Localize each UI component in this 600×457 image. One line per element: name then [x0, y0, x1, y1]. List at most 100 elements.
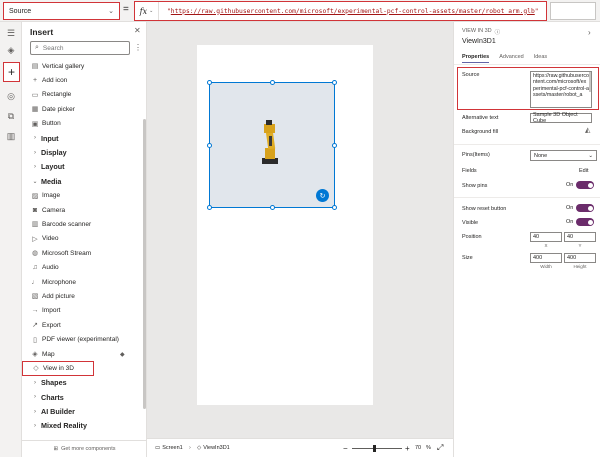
divider	[454, 64, 600, 65]
resize-handle[interactable]	[332, 80, 337, 85]
height-input[interactable]: 400	[564, 253, 596, 263]
resize-handle[interactable]	[332, 205, 337, 210]
tree-view-icon[interactable]: ◈	[0, 42, 22, 58]
resize-handle[interactable]	[270, 205, 275, 210]
category-display[interactable]: › Display	[22, 145, 142, 159]
more-options-icon[interactable]: ⋮	[134, 43, 142, 52]
breadcrumb-screen[interactable]: ▭ Screen1	[155, 445, 183, 451]
insert-item-pdf-viewer-experimental[interactable]: ▯ PDF viewer (experimental)	[22, 332, 142, 346]
formula-input[interactable]: fx ⌄ "https://raw.githubusercontent.com/…	[134, 1, 547, 21]
insert-scrollbar[interactable]	[143, 59, 146, 429]
chevron-right-icon: ›	[34, 394, 36, 401]
size-label: Size	[462, 255, 473, 261]
zoom-in-button[interactable]: +	[405, 444, 410, 453]
category-ai-builder[interactable]: › AI Builder	[22, 404, 142, 418]
formula-text: "https://raw.githubusercontent.com/micro…	[159, 8, 539, 15]
insert-item-image[interactable]: ▨ Image	[22, 189, 142, 203]
tab-ideas[interactable]: Ideas	[534, 54, 547, 63]
category-shapes[interactable]: › Shapes	[22, 376, 142, 390]
insert-item-add-icon[interactable]: + Add icon	[22, 73, 142, 87]
fields-edit-link[interactable]: Edit	[579, 168, 588, 174]
source-scrollbar[interactable]	[589, 72, 591, 92]
hamburger-menu-icon[interactable]: ☰	[0, 25, 22, 41]
insert-item-label: Rectangle	[42, 91, 72, 99]
zoom-slider-thumb[interactable]	[373, 445, 376, 452]
tab-advanced[interactable]: Advanced	[499, 54, 523, 63]
insert-item-microsoft-stream[interactable]: ◍ Microsoft Stream	[22, 246, 142, 260]
insert-item-camera[interactable]: ◙ Camera	[22, 203, 142, 217]
insert-item-microphone[interactable]: ♩ Microphone	[22, 275, 142, 289]
category-charts[interactable]: › Charts	[22, 390, 142, 404]
insert-item-rectangle[interactable]: ▭ Rectangle	[22, 88, 142, 102]
show-reset-toggle[interactable]: On	[566, 204, 595, 212]
category-layout[interactable]: › Layout	[22, 160, 142, 174]
category-mixed-reality[interactable]: › Mixed Reality	[22, 419, 142, 433]
equals-sign: =	[123, 4, 129, 15]
resize-handle[interactable]	[270, 80, 275, 85]
insert-item-label: Camera	[42, 206, 66, 214]
screen-icon: ▭	[155, 445, 161, 451]
category-input[interactable]: › Input	[22, 131, 142, 145]
insert-item-date-picker[interactable]: ▦ Date picker	[22, 102, 142, 116]
position-x-input[interactable]: 40	[530, 232, 562, 242]
close-icon[interactable]: ✕	[134, 26, 141, 35]
insert-item-import[interactable]: → Import	[22, 304, 142, 318]
search-box[interactable]: ⌕	[30, 41, 130, 55]
insert-item-audio[interactable]: ♫ Audio	[22, 260, 142, 274]
width-label: Width	[540, 264, 552, 269]
chevron-right-icon[interactable]: ›	[588, 28, 591, 37]
zoom-out-button[interactable]: −	[343, 444, 348, 453]
zoom-slider[interactable]	[352, 448, 402, 449]
source-input[interactable]: https://raw.githubusercontent.com/micros…	[530, 71, 592, 108]
paint-bucket-icon[interactable]: ◭	[585, 126, 590, 134]
toggle-switch[interactable]	[576, 218, 595, 226]
property-dropdown[interactable]: Source ⌄	[3, 2, 120, 20]
resize-handle[interactable]	[207, 205, 212, 210]
insert-item-label: View in 3D	[43, 364, 74, 372]
insert-item-label: Import	[42, 307, 61, 315]
tab-properties[interactable]: Properties	[462, 54, 490, 63]
insert-item-add-picture[interactable]: ▧ Add picture	[22, 289, 142, 303]
insert-item-label: PDF viewer (experimental)	[42, 336, 119, 344]
resize-handle[interactable]	[207, 80, 212, 85]
resize-handle[interactable]	[207, 143, 212, 148]
formula-expand-box[interactable]	[550, 2, 596, 20]
chevron-right-icon: ›	[189, 445, 191, 451]
insert-item-view-in-3d[interactable]: ◇ View in 3D	[22, 361, 94, 376]
visible-toggle[interactable]: On	[566, 218, 595, 226]
insert-item-label: Audio	[42, 264, 59, 272]
insert-plus-icon[interactable]: +	[3, 62, 20, 82]
insert-item-export[interactable]: ↗ Export	[22, 318, 142, 332]
category-media[interactable]: ⌄ Media	[22, 174, 142, 188]
help-icon[interactable]: ⓘ	[495, 28, 501, 36]
get-more-components-link[interactable]: ⊞ Get more components	[22, 440, 147, 457]
control-name: ViewIn3D1	[462, 38, 496, 45]
show-pins-toggle[interactable]: On	[566, 181, 595, 189]
toggle-switch[interactable]	[576, 204, 595, 212]
width-input[interactable]: 400	[530, 253, 562, 263]
properties-panel: VIEW IN 3D ⓘ › ViewIn3D1 Properties Adva…	[453, 22, 600, 457]
camera-icon: ◙	[32, 206, 38, 214]
insert-item-vertical-gallery[interactable]: ▤ Vertical gallery	[22, 59, 142, 73]
video-icon: ▷	[32, 235, 38, 243]
pins-dropdown[interactable]: None ⌄	[530, 150, 597, 161]
insert-item-button[interactable]: ▣ Button	[22, 117, 142, 131]
fit-to-window-icon[interactable]: ⤢	[437, 443, 443, 453]
fx-button[interactable]: fx ⌄	[135, 2, 159, 20]
advanced-tools-icon[interactable]: ▥	[0, 128, 22, 144]
position-y-input[interactable]: 40	[564, 232, 596, 242]
insert-item-barcode-scanner[interactable]: ▥ Barcode scanner	[22, 217, 142, 231]
stream-icon: ◍	[31, 250, 39, 258]
alt-text-input[interactable]: Sample 3D Object Cube	[530, 112, 592, 124]
insert-item-map[interactable]: ◈ Map ◆	[22, 347, 142, 361]
map-icon: ◈	[32, 351, 38, 358]
toggle-switch[interactable]	[576, 181, 595, 189]
scrollbar-thumb[interactable]	[143, 119, 146, 409]
insert-item-video[interactable]: ▷ Video	[22, 232, 142, 246]
breadcrumb-control[interactable]: ◇ ViewIn3D1	[197, 445, 230, 451]
reset-view-icon[interactable]: ↻	[316, 189, 329, 202]
media-icon[interactable]: ⧉	[0, 108, 22, 124]
search-input[interactable]	[42, 44, 123, 52]
data-icon[interactable]: ◎	[0, 88, 22, 104]
resize-handle[interactable]	[332, 143, 337, 148]
